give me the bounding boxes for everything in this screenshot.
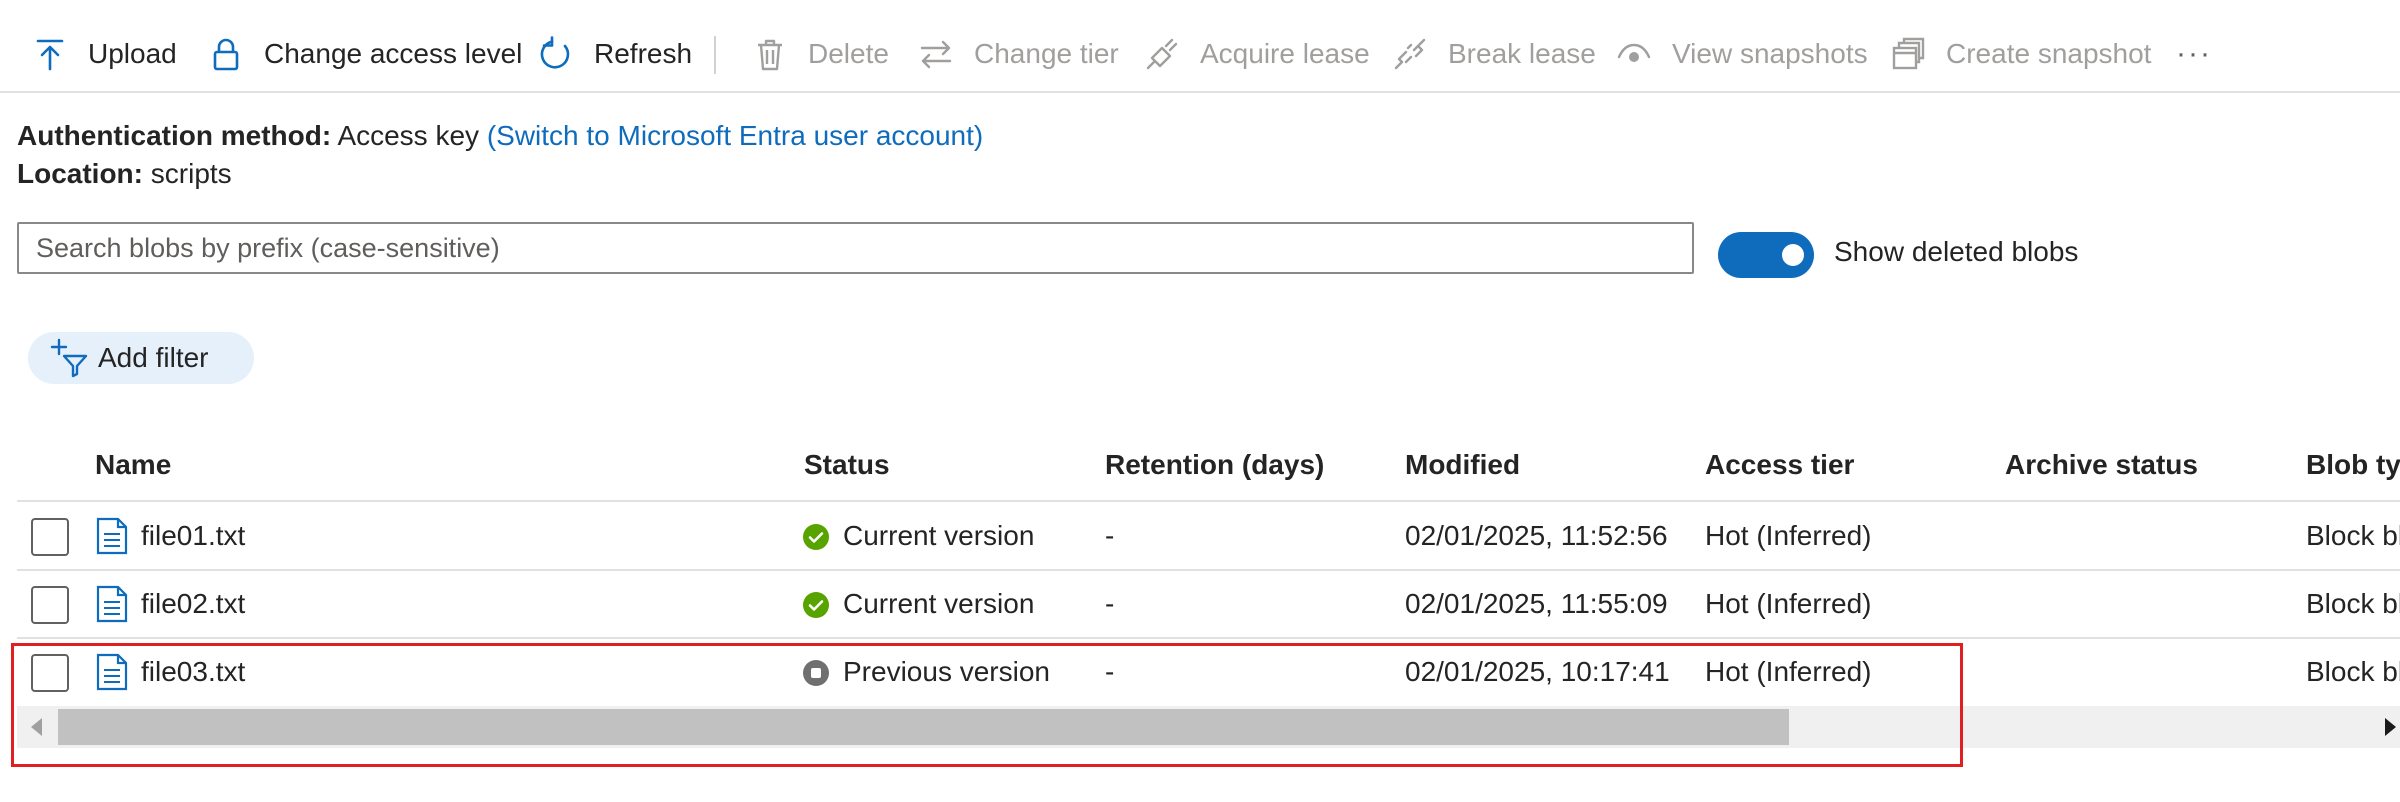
break-lease-label: Break lease — [1448, 38, 1596, 69]
change-tier-label: Change tier — [974, 38, 1119, 69]
row-blob-type: Block bl — [2306, 656, 2400, 687]
row-access-tier: Hot (Inferred) — [1705, 588, 1872, 619]
row-divider — [17, 569, 2400, 571]
delete-button[interactable]: Delete — [752, 26, 889, 82]
add-filter-icon — [50, 338, 88, 378]
row-status: Current version — [843, 520, 1035, 551]
row-blob-type: Block bl — [2306, 588, 2400, 619]
column-header-archive-status[interactable]: Archive status — [2005, 449, 2198, 481]
upload-button[interactable]: Upload — [32, 26, 177, 82]
snapshot-icon — [1892, 37, 1925, 70]
row-retention: - — [1105, 656, 1115, 687]
row-name[interactable]: file03.txt — [141, 656, 245, 688]
column-header-name[interactable]: Name — [95, 449, 171, 481]
swap-arrows-icon — [920, 40, 952, 69]
header-divider — [17, 500, 2400, 502]
column-header-status[interactable]: Status — [804, 449, 890, 481]
broken-plug-icon — [1394, 38, 1426, 70]
horizontal-scrollbar[interactable] — [17, 706, 2400, 748]
file-icon — [96, 517, 128, 555]
row-checkbox[interactable] — [31, 586, 69, 624]
trash-icon — [758, 39, 782, 71]
row-name[interactable]: file01.txt — [141, 520, 245, 552]
command-bar: Upload Change access level Refresh Delet… — [0, 0, 2400, 93]
upload-icon — [36, 39, 64, 71]
view-snapshots-label: View snapshots — [1672, 38, 1868, 69]
refresh-label: Refresh — [594, 38, 693, 69]
lock-icon — [213, 38, 239, 71]
scroll-right-arrow-icon[interactable] — [2385, 718, 2396, 736]
row-retention: - — [1105, 520, 1115, 551]
eye-icon — [1617, 43, 1651, 62]
row-status: Previous version — [843, 656, 1050, 687]
upload-label: Upload — [88, 38, 177, 69]
column-header-blob-type[interactable]: Blob typ — [2306, 449, 2400, 481]
delete-label: Delete — [808, 38, 889, 69]
file-icon — [96, 585, 128, 623]
row-checkbox[interactable] — [31, 518, 69, 556]
authentication-method-line: Authentication method: Access key (Switc… — [17, 120, 983, 152]
scrollbar-thumb[interactable] — [58, 709, 1789, 745]
auth-label: Authentication method: — [17, 120, 332, 151]
plug-icon — [1146, 38, 1178, 70]
row-name[interactable]: file02.txt — [141, 588, 245, 620]
add-filter-button[interactable]: Add filter — [28, 332, 254, 384]
create-snapshot-label: Create snapshot — [1946, 38, 2152, 69]
acquire-lease-label: Acquire lease — [1200, 38, 1370, 69]
acquire-lease-button[interactable]: Acquire lease — [1144, 26, 1370, 82]
location-line: Location: scripts — [17, 158, 232, 190]
row-checkbox[interactable] — [31, 654, 69, 692]
row-divider — [17, 637, 2400, 639]
add-filter-label: Add filter — [98, 342, 209, 373]
check-circle-icon — [803, 524, 829, 550]
change-access-level-button[interactable]: Change access level — [208, 26, 522, 82]
file-icon — [96, 653, 128, 691]
change-tier-button[interactable]: Change tier — [918, 26, 1119, 82]
stop-circle-icon — [803, 660, 829, 686]
search-blobs-input[interactable]: Search blobs by prefix (case-sensitive) — [17, 222, 1694, 274]
break-lease-button[interactable]: Break lease — [1392, 26, 1596, 82]
scroll-left-arrow-icon[interactable] — [31, 718, 42, 736]
show-deleted-blobs-toggle[interactable] — [1718, 232, 1814, 278]
column-header-modified[interactable]: Modified — [1405, 449, 1520, 481]
change-access-level-label: Change access level — [264, 38, 523, 69]
view-snapshots-button[interactable]: View snapshots — [1616, 26, 1868, 82]
check-circle-icon — [803, 592, 829, 618]
show-deleted-blobs-label: Show deleted blobs — [1834, 236, 2079, 267]
row-modified: 02/01/2025, 10:17:41 — [1405, 656, 1670, 687]
location-value: scripts — [150, 158, 232, 189]
row-modified: 02/01/2025, 11:55:09 — [1405, 588, 1668, 619]
location-label: Location: — [17, 158, 143, 189]
switch-auth-link[interactable]: (Switch to Microsoft Entra user account) — [487, 120, 983, 151]
row-access-tier: Hot (Inferred) — [1705, 656, 1872, 687]
row-blob-type: Block bl — [2306, 520, 2400, 551]
create-snapshot-button[interactable]: Create snapshot — [1890, 26, 2151, 82]
column-header-access-tier[interactable]: Access tier — [1705, 449, 1854, 481]
column-header-retention[interactable]: Retention (days) — [1105, 449, 1324, 481]
row-retention: - — [1105, 588, 1115, 619]
toggle-knob — [1782, 244, 1804, 266]
toolbar-divider — [714, 36, 716, 74]
row-access-tier: Hot (Inferred) — [1705, 520, 1872, 551]
refresh-button[interactable]: Refresh — [538, 26, 692, 82]
refresh-icon — [540, 36, 570, 69]
row-status: Current version — [843, 588, 1035, 619]
more-options-button[interactable]: ··· — [2176, 26, 2212, 82]
row-modified: 02/01/2025, 11:52:56 — [1405, 520, 1668, 551]
auth-value: Access key — [337, 120, 480, 151]
